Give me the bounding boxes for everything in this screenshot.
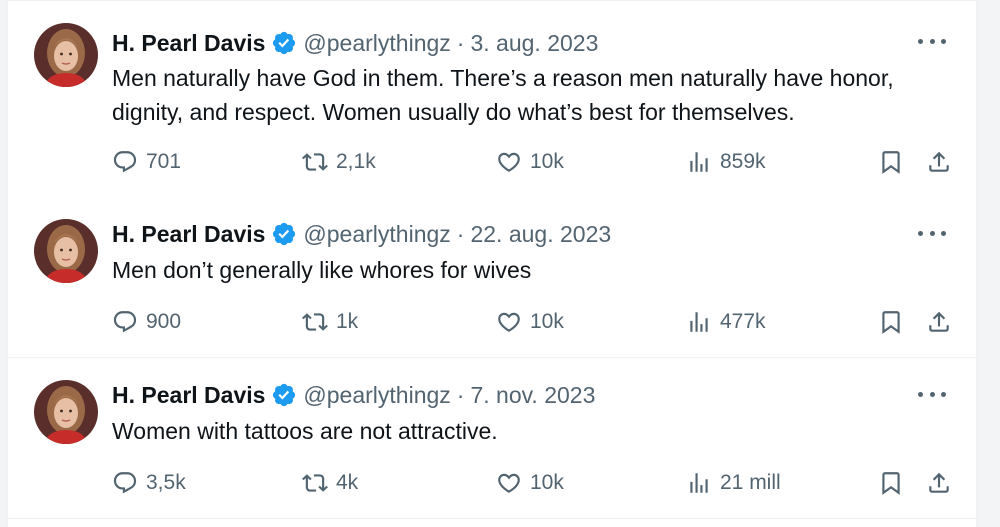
analytics-icon	[690, 312, 708, 332]
reply-icon	[113, 311, 137, 333]
action-bar: 701 2,1k 10k 859k	[112, 147, 954, 177]
like-count: 10k	[530, 150, 564, 173]
bookmark-icon	[882, 151, 900, 174]
tweet[interactable]: H. Pearl Davis @pearlythingz · 3. aug. 2…	[8, 0, 976, 198]
heart-icon	[498, 312, 520, 332]
bookmark-icon	[882, 472, 900, 495]
tweet-text: Men don’t generally like whores for wive…	[112, 257, 532, 283]
tweet-header: H. Pearl Davis @pearlythingz · 7. nov. 2…	[112, 378, 595, 412]
bookmark-icon	[882, 311, 900, 334]
heart-icon	[498, 152, 520, 172]
avatar[interactable]	[34, 219, 98, 283]
tweet-date[interactable]: 3. aug. 2023	[470, 30, 598, 57]
views-button[interactable]: 477k	[686, 307, 766, 337]
avatar[interactable]	[34, 23, 98, 87]
bookmark-button[interactable]	[878, 147, 904, 177]
reply-icon	[113, 151, 137, 173]
retweet-button[interactable]: 4k	[302, 468, 358, 498]
views-button[interactable]: 859k	[686, 147, 766, 177]
like-count: 10k	[530, 310, 564, 333]
retweet-count: 4k	[336, 471, 359, 494]
reply-count: 3,5k	[146, 471, 186, 494]
view-count: 21 mill	[720, 471, 781, 494]
reply-button[interactable]: 900	[112, 307, 181, 337]
more-options-icon[interactable]	[918, 384, 946, 404]
tweet-text: Women with tattoos are not attractive.	[112, 418, 498, 444]
share-button[interactable]	[926, 307, 952, 337]
retweet-count: 1k	[336, 310, 359, 333]
verified-badge-icon[interactable]	[271, 30, 297, 56]
tweet-text: Men naturally have God in them. There’s …	[112, 65, 894, 125]
verified-badge-icon[interactable]	[271, 221, 297, 247]
avatar[interactable]	[34, 380, 98, 444]
action-bar: 3,5k 4k 10k 21 mill	[112, 468, 954, 498]
retweet-button[interactable]: 1k	[302, 307, 358, 337]
handle[interactable]: @pearlythingz	[303, 221, 450, 248]
more-options-icon[interactable]	[918, 31, 946, 51]
reply-button[interactable]: 3,5k	[112, 468, 186, 498]
retweet-icon	[302, 474, 328, 492]
reply-count: 900	[146, 310, 182, 333]
tweet-header: H. Pearl Davis @pearlythingz · 3. aug. 2…	[112, 26, 598, 60]
view-count: 477k	[720, 310, 766, 333]
retweet-icon	[302, 153, 328, 171]
display-name[interactable]: H. Pearl Davis	[112, 382, 265, 409]
like-button[interactable]: 10k	[496, 147, 564, 177]
retweet-button[interactable]: 2,1k	[302, 147, 376, 177]
tweet[interactable]: H. Pearl Davis @pearlythingz · 7. nov. 2…	[8, 358, 976, 519]
share-icon	[929, 311, 949, 332]
like-button[interactable]: 10k	[496, 307, 564, 337]
share-icon	[929, 472, 949, 493]
tweet-date[interactable]: 7. nov. 2023	[470, 382, 595, 409]
reply-button[interactable]: 701	[112, 147, 181, 177]
separator: ·	[456, 29, 465, 56]
tweet-feed: H. Pearl Davis @pearlythingz · 3. aug. 2…	[7, 0, 977, 527]
handle[interactable]: @pearlythingz	[303, 30, 450, 57]
separator: ·	[456, 220, 465, 247]
views-button[interactable]: 21 mill	[686, 468, 781, 498]
share-button[interactable]	[926, 468, 952, 498]
view-count: 859k	[720, 150, 766, 173]
analytics-icon	[690, 473, 708, 493]
tweet-header: H. Pearl Davis @pearlythingz · 22. aug. …	[112, 217, 611, 251]
bookmark-button[interactable]	[878, 468, 904, 498]
display-name[interactable]: H. Pearl Davis	[112, 221, 265, 248]
bookmark-button[interactable]	[878, 307, 904, 337]
like-button[interactable]: 10k	[496, 468, 564, 498]
like-count: 10k	[530, 471, 564, 494]
separator: ·	[456, 381, 465, 408]
reply-count: 701	[146, 150, 182, 173]
retweet-icon	[302, 313, 328, 331]
share-button[interactable]	[926, 147, 952, 177]
retweet-count: 2,1k	[336, 150, 376, 173]
analytics-icon	[690, 152, 708, 172]
tweet[interactable]: H. Pearl Davis @pearlythingz · 22. aug. …	[8, 197, 976, 358]
share-icon	[929, 151, 949, 172]
action-bar: 900 1k 10k 477k	[112, 307, 954, 337]
heart-icon	[498, 473, 520, 493]
more-options-icon[interactable]	[918, 223, 946, 243]
reply-icon	[113, 472, 137, 494]
tweet-date[interactable]: 22. aug. 2023	[470, 221, 611, 248]
display-name[interactable]: H. Pearl Davis	[112, 30, 265, 57]
handle[interactable]: @pearlythingz	[303, 382, 450, 409]
verified-badge-icon[interactable]	[271, 382, 297, 408]
